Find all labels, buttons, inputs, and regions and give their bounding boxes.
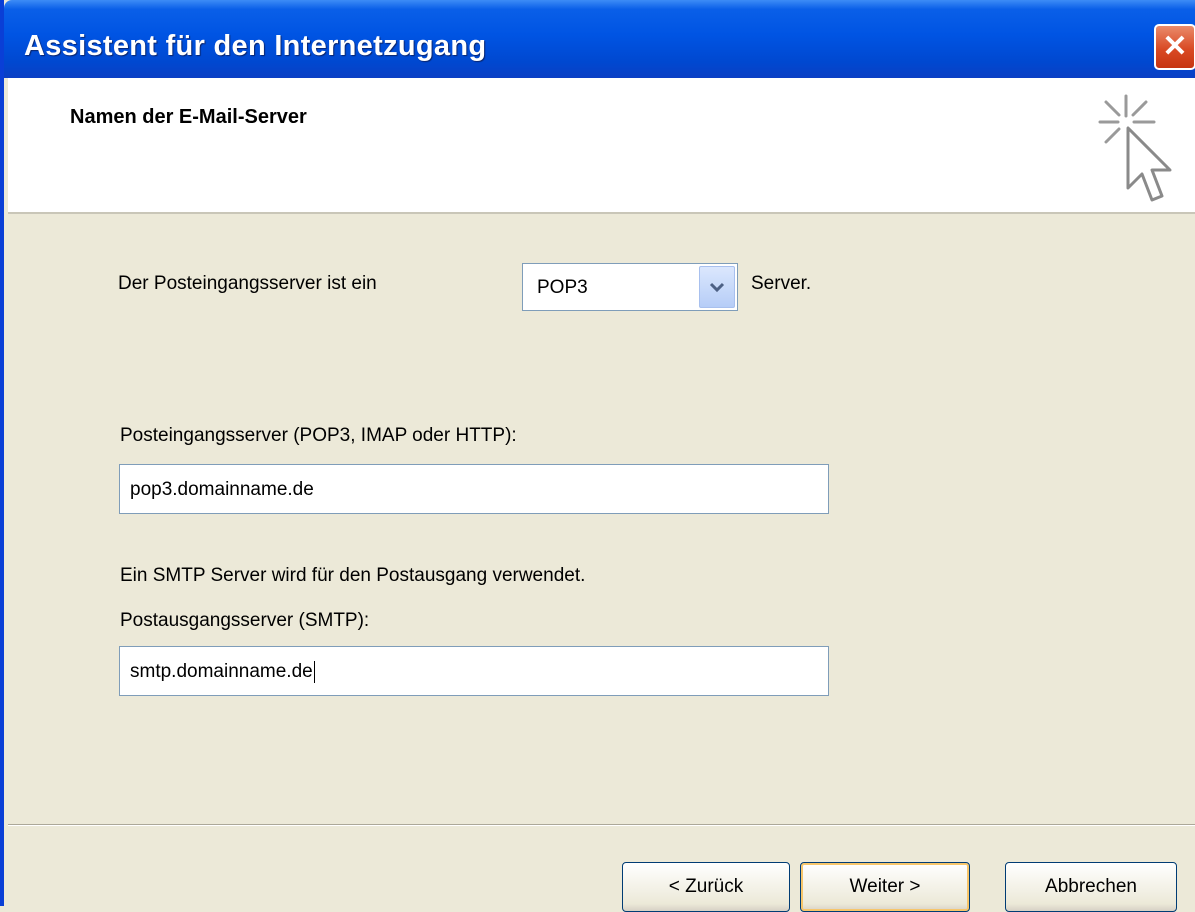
page-title: Namen der E-Mail-Server	[70, 106, 307, 128]
incoming-server-value: pop3.domainname.de	[130, 479, 314, 500]
incoming-server-type-select[interactable]: POP3	[522, 263, 738, 311]
wizard-header: Namen der E-Mail-Server	[8, 78, 1195, 214]
close-button[interactable]: ✕	[1154, 24, 1195, 70]
title-bar[interactable]: Assistent für den Internetzugang ✕	[4, 0, 1195, 78]
incoming-server-input[interactable]: pop3.domainname.de	[119, 464, 829, 514]
incoming-server-type-value: POP3	[537, 277, 588, 298]
wizard-window: Assistent für den Internetzugang ✕ Namen…	[0, 0, 1195, 912]
incoming-type-suffix: Server.	[751, 273, 812, 294]
outgoing-server-label: Postausgangsserver (SMTP):	[120, 610, 370, 631]
button-separator	[8, 824, 1195, 826]
incoming-type-label: Der Posteingangsserver ist ein	[118, 273, 377, 294]
outgoing-server-value: smtp.domainname.de	[130, 661, 313, 683]
outgoing-server-input[interactable]: smtp.domainname.de	[119, 646, 829, 696]
close-icon: ✕	[1162, 30, 1188, 63]
next-button[interactable]: Weiter >	[800, 862, 970, 912]
back-button[interactable]: < Zurück	[622, 862, 790, 912]
incoming-server-label: Posteingangsserver (POP3, IMAP oder HTTP…	[120, 425, 517, 446]
text-caret	[313, 661, 315, 683]
outgoing-server-value-wrap: smtp.domainname.de	[130, 661, 315, 683]
wizard-sparkle-cursor-icon	[1098, 94, 1172, 202]
chevron-down-icon	[709, 282, 725, 293]
dropdown-button[interactable]	[699, 266, 735, 308]
smtp-info-text: Ein SMTP Server wird für den Postausgang…	[120, 565, 586, 586]
window-title: Assistent für den Internetzugang	[24, 30, 487, 62]
cancel-button[interactable]: Abbrechen	[1005, 862, 1177, 912]
